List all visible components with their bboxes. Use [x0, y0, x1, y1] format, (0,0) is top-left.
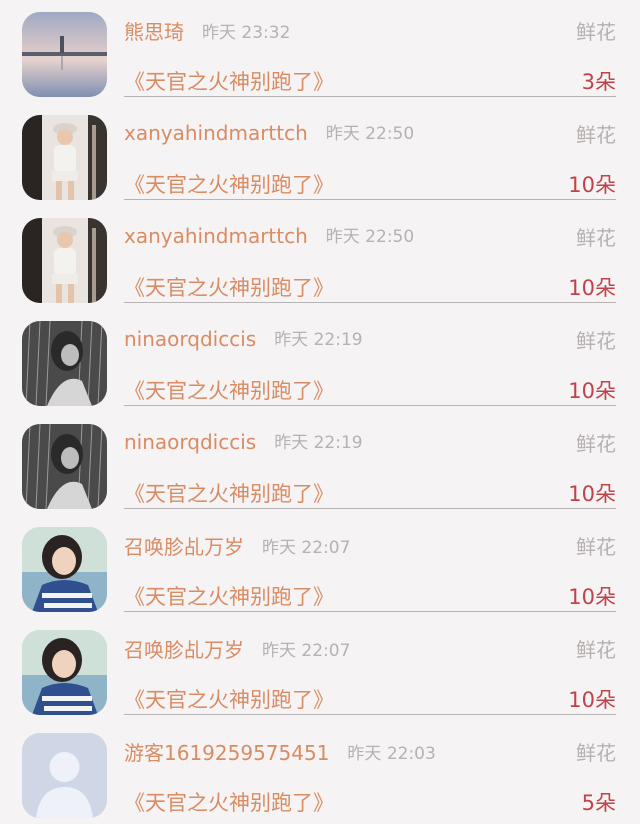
default-user-icon: [22, 733, 107, 818]
list-item[interactable]: ninaorqdiccis 昨天 22:19 鲜花 《天官之火神别跑了》 10朵: [0, 309, 640, 412]
gift-type: 鲜花: [576, 535, 616, 559]
list-item[interactable]: xanyahindmarttch 昨天 22:50 鲜花 《天官之火神别跑了》 1…: [0, 206, 640, 309]
gift-count: 10朵: [568, 688, 616, 712]
list-item[interactable]: xanyahindmarttch 昨天 22:50 鲜花 《天官之火神别跑了》 1…: [0, 103, 640, 206]
list-item[interactable]: 召唤胗乩万岁 昨天 22:07 鲜花 《天官之火神别跑了》 10朵: [0, 618, 640, 721]
user-name[interactable]: xanyahindmarttch 昨天 22:50: [124, 222, 414, 248]
avatar[interactable]: [22, 733, 107, 818]
gift-type: 鲜花: [576, 329, 616, 353]
list-item[interactable]: 游客1619259575451 昨天 22:03 鲜花 《天官之火神别跑了》 5朵: [0, 721, 640, 824]
gift-count: 10朵: [568, 482, 616, 506]
timestamp: 昨天 22:19: [274, 330, 363, 350]
gift-type: 鲜花: [576, 123, 616, 147]
gift-type: 鲜花: [576, 741, 616, 765]
book-title[interactable]: 《天官之火神别跑了》: [124, 787, 334, 817]
book-title[interactable]: 《天官之火神别跑了》: [124, 66, 334, 96]
gift-type: 鲜花: [576, 20, 616, 44]
divider: [124, 199, 616, 200]
divider: [124, 611, 616, 612]
avatar[interactable]: [22, 630, 107, 715]
gift-count: 5朵: [581, 791, 616, 815]
book-title[interactable]: 《天官之火神别跑了》: [124, 272, 334, 302]
girl-avatar-icon: [22, 527, 107, 612]
timestamp: 昨天 22:50: [325, 227, 415, 247]
user-name[interactable]: 熊思琦 昨天 23:32: [124, 16, 290, 45]
avatar[interactable]: [22, 115, 107, 200]
list-item[interactable]: 召唤胗乩万岁 昨天 22:07 鲜花 《天官之火神别跑了》 10朵: [0, 515, 640, 618]
book-title[interactable]: 《天官之火神别跑了》: [124, 581, 334, 611]
divider: [124, 714, 616, 715]
timestamp: 昨天 22:07: [262, 538, 351, 558]
avatar[interactable]: [22, 12, 107, 97]
list-item[interactable]: 熊思琦 昨天 23:32 鲜花 《天官之火神别跑了》 3朵: [0, 0, 640, 103]
user-name[interactable]: ninaorqdiccis 昨天 22:19: [124, 428, 363, 454]
gift-count: 10朵: [568, 585, 616, 609]
timestamp: 昨天 23:32: [202, 23, 291, 43]
gift-type: 鲜花: [576, 432, 616, 456]
timestamp: 昨天 22:19: [274, 433, 363, 453]
user-name[interactable]: xanyahindmarttch 昨天 22:50: [124, 119, 414, 145]
avatar[interactable]: [22, 321, 107, 406]
gift-type: 鲜花: [576, 226, 616, 250]
book-title[interactable]: 《天官之火神别跑了》: [124, 684, 334, 714]
book-title[interactable]: 《天官之火神别跑了》: [124, 375, 334, 405]
landscape-avatar-icon: [22, 12, 107, 97]
timestamp: 昨天 22:07: [262, 641, 351, 661]
user-name[interactable]: 召唤胗乩万岁 昨天 22:07: [124, 531, 350, 560]
divider: [124, 405, 616, 406]
rain-avatar-icon: [22, 424, 107, 509]
avatar[interactable]: [22, 527, 107, 612]
gift-record-list: 熊思琦 昨天 23:32 鲜花 《天官之火神别跑了》 3朵 xanyahindma…: [0, 0, 640, 821]
user-name[interactable]: 游客1619259575451 昨天 22:03: [124, 737, 436, 766]
user-name[interactable]: 召唤胗乩万岁 昨天 22:07: [124, 634, 350, 663]
divider: [124, 96, 616, 97]
gift-count: 3朵: [581, 70, 616, 94]
divider: [124, 302, 616, 303]
gift-count: 10朵: [568, 173, 616, 197]
woman-avatar-icon: [22, 115, 107, 200]
avatar[interactable]: [22, 218, 107, 303]
woman-avatar-icon: [22, 218, 107, 303]
book-title[interactable]: 《天官之火神别跑了》: [124, 169, 334, 199]
timestamp: 昨天 22:03: [347, 744, 436, 764]
avatar[interactable]: [22, 424, 107, 509]
book-title[interactable]: 《天官之火神别跑了》: [124, 478, 334, 508]
girl-avatar-icon: [22, 630, 107, 715]
list-item[interactable]: ninaorqdiccis 昨天 22:19 鲜花 《天官之火神别跑了》 10朵: [0, 412, 640, 515]
rain-avatar-icon: [22, 321, 107, 406]
gift-count: 10朵: [568, 379, 616, 403]
gift-type: 鲜花: [576, 638, 616, 662]
timestamp: 昨天 22:50: [325, 124, 415, 144]
user-name[interactable]: ninaorqdiccis 昨天 22:19: [124, 325, 363, 351]
gift-count: 10朵: [568, 276, 616, 300]
divider: [124, 508, 616, 509]
